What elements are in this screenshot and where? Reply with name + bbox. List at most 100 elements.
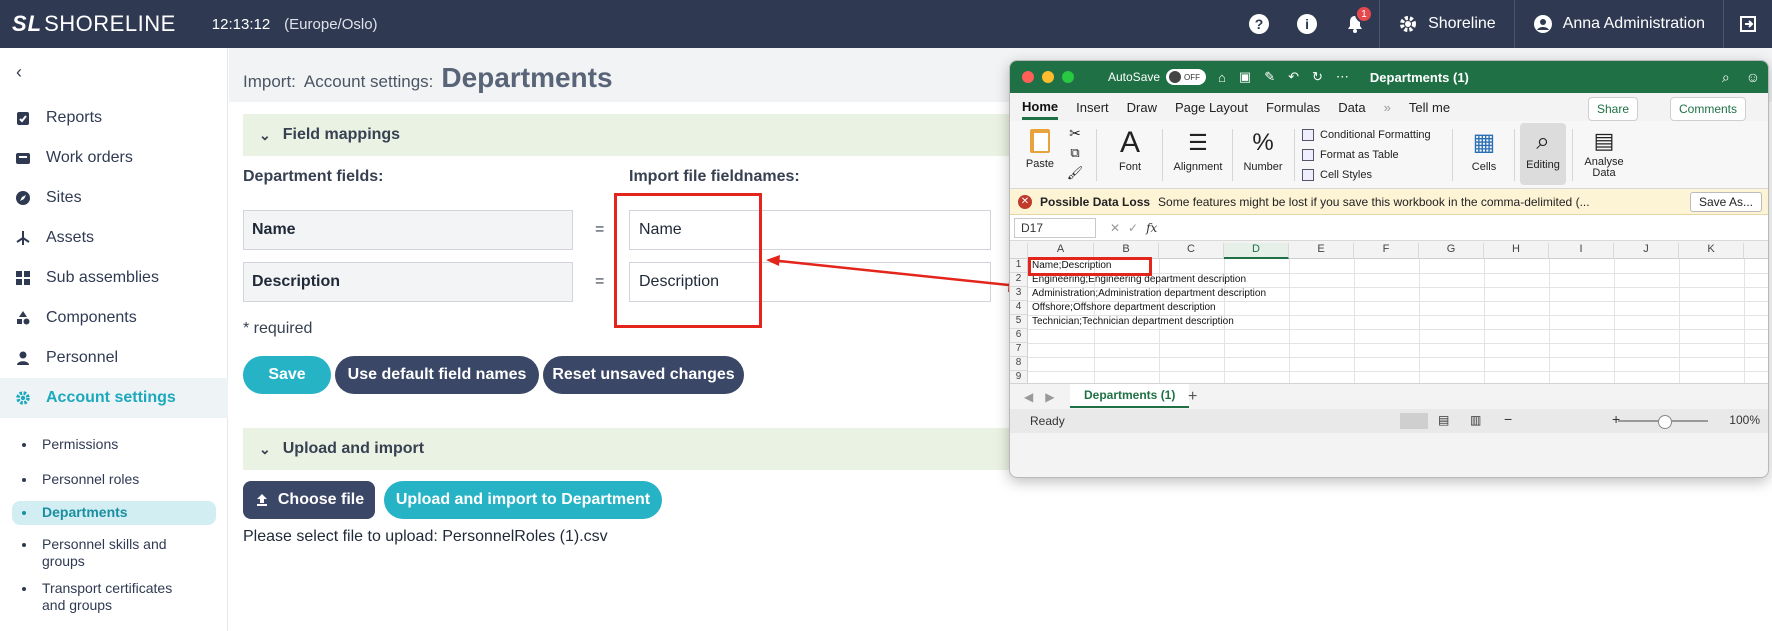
cells-icon: ▦ <box>1472 129 1496 156</box>
formula-bar: D17 ✕✓ fx <box>1010 215 1768 241</box>
format-as-table-label: Format as Table <box>1320 149 1399 161</box>
minimize-window-button[interactable] <box>1042 71 1054 83</box>
editing-button[interactable]: ⌕ Editing <box>1520 123 1566 185</box>
alignment-label: Alignment <box>1173 161 1223 173</box>
column-header[interactable]: F <box>1354 243 1419 259</box>
spreadsheet-grid[interactable]: A B C D E F G H I J K 1 2 3 4 5 6 7 8 9 <box>1010 243 1768 383</box>
tab-insert[interactable]: Insert <box>1076 100 1109 115</box>
conditional-formatting-icon <box>1302 129 1314 141</box>
column-header-selected[interactable]: D <box>1224 243 1289 259</box>
column-header[interactable]: E <box>1289 243 1354 259</box>
row-header[interactable]: 9 <box>1010 371 1028 383</box>
clipboard-icon <box>1030 129 1050 153</box>
paste-button[interactable]: Paste <box>1020 125 1060 170</box>
zoom-in-icon[interactable]: + <box>1612 411 1620 427</box>
titlebar-right: ⌕ ☺ <box>1706 69 1760 86</box>
page-break-view-icon[interactable]: ▥ <box>1470 413 1481 427</box>
more-icon[interactable]: ⋯ <box>1336 69 1349 85</box>
conditional-formatting-label: Conditional Formatting <box>1320 129 1431 141</box>
tab-draw[interactable]: Draw <box>1127 100 1157 115</box>
function-icon[interactable]: fx <box>1146 221 1157 235</box>
window-controls <box>1022 71 1082 83</box>
save-as-button[interactable]: Save As... <box>1689 192 1762 212</box>
zoom-out-icon[interactable]: − <box>1504 411 1512 427</box>
column-header[interactable]: I <box>1549 243 1614 259</box>
divider <box>1514 129 1515 181</box>
status-bar: Ready ▤ ▥ − + 100% <box>1010 409 1768 433</box>
conditional-formatting-button[interactable]: Conditional Formatting <box>1302 129 1431 141</box>
row-header[interactable]: 1 <box>1010 259 1028 273</box>
magnifier-icon: ⌕ <box>1536 128 1550 155</box>
cell-a5[interactable]: Technician;Technician department descrip… <box>1032 315 1234 329</box>
tab-formulas[interactable]: Formulas <box>1266 100 1320 115</box>
search-icon[interactable]: ⌕ <box>1722 69 1730 86</box>
undo-icon[interactable]: ↶ <box>1288 69 1299 85</box>
cell-styles-icon <box>1302 169 1314 181</box>
row-header[interactable]: 4 <box>1010 301 1028 315</box>
format-as-table-button[interactable]: Format as Table <box>1302 149 1399 161</box>
redo-icon[interactable]: ↻ <box>1312 69 1323 85</box>
analyse-data-button[interactable]: ▤ Analyse Data <box>1578 125 1630 179</box>
select-all-corner[interactable] <box>1010 243 1028 259</box>
row-header[interactable]: 2 <box>1010 273 1028 287</box>
tab-home[interactable]: Home <box>1022 99 1059 120</box>
comments-button[interactable]: Comments <box>1670 97 1747 121</box>
number-button[interactable]: % Number <box>1238 125 1288 173</box>
row-header[interactable]: 8 <box>1010 357 1028 371</box>
alignment-button[interactable]: ☰ Alignment <box>1170 125 1226 173</box>
gridline <box>1614 259 1615 383</box>
smiley-icon[interactable]: ☺ <box>1746 69 1760 86</box>
format-table-icon <box>1302 149 1314 161</box>
row-header[interactable]: 3 <box>1010 287 1028 301</box>
cell-styles-button[interactable]: Cell Styles <box>1302 169 1372 181</box>
align-icon: ☰ <box>1188 130 1208 155</box>
add-sheet-icon[interactable]: + <box>1188 388 1197 406</box>
divider <box>1232 129 1233 181</box>
sheet-tab[interactable]: Departments (1) <box>1070 384 1190 408</box>
gridline <box>1289 259 1290 383</box>
sheet-tab-bar: ◀ ▶ Departments (1) + <box>1010 383 1768 409</box>
font-button[interactable]: A Font <box>1106 125 1154 173</box>
row-header[interactable]: 6 <box>1010 329 1028 343</box>
more-tabs-icon[interactable]: » <box>1384 100 1391 115</box>
gridline <box>1549 259 1550 383</box>
column-header[interactable]: C <box>1159 243 1224 259</box>
close-window-button[interactable] <box>1022 71 1034 83</box>
gridline <box>1484 259 1485 383</box>
cells-button[interactable]: ▦ Cells <box>1460 125 1508 173</box>
ribbon-tabs: Home Insert Draw Page Layout Formulas Da… <box>1010 93 1768 121</box>
zoom-slider[interactable] <box>1618 415 1708 429</box>
name-box[interactable]: D17 <box>1014 217 1096 238</box>
home-icon[interactable]: ⌂ <box>1218 70 1226 85</box>
divider <box>1572 129 1573 181</box>
row-header[interactable]: 7 <box>1010 343 1028 357</box>
tab-data[interactable]: Data <box>1338 100 1365 115</box>
column-header[interactable]: H <box>1484 243 1549 259</box>
editing-label: Editing <box>1526 159 1560 171</box>
cell-a3[interactable]: Administration;Administration department… <box>1032 287 1266 301</box>
save-icon[interactable]: ▣ <box>1239 69 1251 85</box>
row-header[interactable]: 5 <box>1010 315 1028 329</box>
column-header[interactable]: J <box>1614 243 1679 259</box>
column-header[interactable]: G <box>1419 243 1484 259</box>
autosave-toggle[interactable]: OFF <box>1166 69 1207 85</box>
gridline <box>1028 343 1768 344</box>
maximize-window-button[interactable] <box>1062 71 1074 83</box>
dismiss-icon[interactable]: ✕ <box>1018 194 1032 209</box>
tell-me[interactable]: Tell me <box>1409 100 1450 115</box>
normal-view-icon[interactable] <box>1400 413 1428 429</box>
share-button[interactable]: Share <box>1588 97 1639 121</box>
divider <box>1452 129 1453 181</box>
tab-page-layout[interactable]: Page Layout <box>1175 100 1248 115</box>
format-painter-icon[interactable]: 🖌 <box>1066 165 1084 181</box>
column-header[interactable]: K <box>1679 243 1744 259</box>
copy-icon[interactable]: ⧉ <box>1066 145 1084 161</box>
next-sheet-icon[interactable]: ▶ <box>1045 390 1054 404</box>
cut-icon[interactable]: ✂ <box>1066 125 1084 142</box>
cells-label: Cells <box>1471 161 1497 173</box>
edit-icon[interactable]: ✎ <box>1264 69 1275 85</box>
prev-sheet-icon[interactable]: ◀ <box>1024 390 1033 404</box>
cell-a4[interactable]: Offshore;Offshore department description <box>1032 301 1216 315</box>
page-layout-view-icon[interactable]: ▤ <box>1438 413 1449 427</box>
divider <box>1294 129 1295 181</box>
